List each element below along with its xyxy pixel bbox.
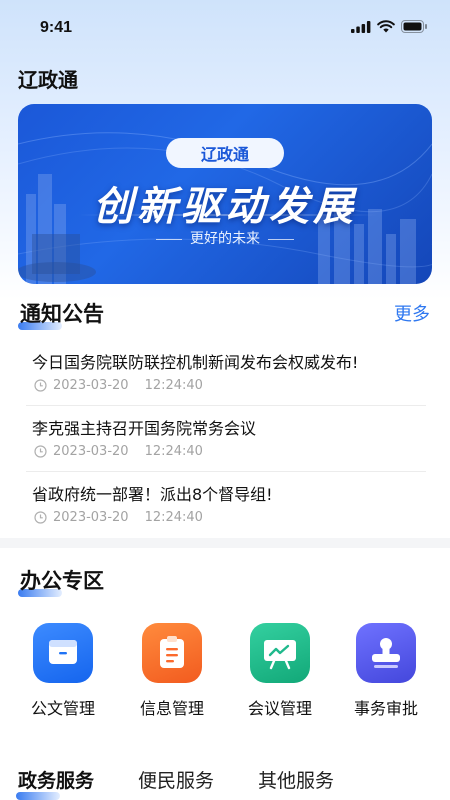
clock-icon [34,511,47,524]
notice-time: 12:24:40 [144,510,203,525]
banner-subtitle: 更好的未来 [18,228,432,248]
tab-label: 政务服务 [18,770,95,792]
notices-title: 通知公告 [18,298,104,330]
notice-meta: 2023-03-20 12:24:40 [34,510,203,525]
office-grid: 公文管理 信息管理 会议管理 事务审批 [0,620,450,720]
notice-time: 12:24:40 [144,378,203,393]
office-title: 办公专区 [18,565,104,597]
notice-item[interactable]: 今日国务院联防联控机制新闻发布会权威发布! 2023-03-20 12:24:4… [26,340,426,406]
banner-slogan: 创新驱动发展 [93,183,357,230]
clock-icon [34,445,47,458]
tab-other-services[interactable]: 其他服务 [258,766,334,796]
tab-label: 便民服务 [138,770,215,792]
office-item-approval[interactable]: 事务审批 [336,620,436,719]
status-time: 9:41 [40,19,73,36]
tab-public-services[interactable]: 便民服务 [138,766,214,796]
notice-item[interactable]: 李克强主持召开国务院常务会议 2023-03-20 12:24:40 [26,406,426,472]
notice-title: 今日国务院联防联控机制新闻发布会权威发布! [32,353,359,372]
office-item-label: 事务审批 [353,699,418,718]
signal-icon [351,20,371,33]
status-icons [351,20,428,33]
notice-title: 李克强主持召开国务院常务会议 [32,419,257,438]
tab-label: 其他服务 [258,770,335,792]
notice-list: 今日国务院联防联控机制新闻发布会权威发布! 2023-03-20 12:24:4… [26,340,426,538]
banner-pill: 辽政通 [166,138,284,168]
section-divider [0,538,450,548]
tab-underline [16,792,60,800]
office-item-info[interactable]: 信息管理 [122,620,222,719]
notice-meta: 2023-03-20 12:24:40 [34,444,203,459]
banner[interactable]: 辽政通 创新驱动发展 更好的未来 [18,104,432,284]
clock-icon [34,379,47,392]
service-tabs: 政务服务 便民服务 其他服务 [16,766,378,800]
office-item-label: 会议管理 [247,699,312,718]
tab-government-services[interactable]: 政务服务 [16,766,95,800]
status-bar: 9:41 [0,0,450,56]
notice-time: 12:24:40 [144,444,203,459]
notice-meta: 2023-03-20 12:24:40 [34,378,203,393]
office-item-meeting[interactable]: 会议管理 [230,620,330,719]
office-item-label: 公文管理 [30,699,95,718]
notice-date: 2023-03-20 [53,510,129,525]
notices-title-text: 通知公告 [20,302,104,326]
office-item-label: 信息管理 [139,699,204,718]
office-item-document[interactable]: 公文管理 [13,620,113,719]
notice-date: 2023-03-20 [53,378,129,393]
app-title: 辽政通 [18,68,78,92]
office-title-text: 办公专区 [20,569,104,593]
more-link[interactable]: 更多 [394,300,430,326]
document-folder-icon [33,623,93,683]
approval-stamp-icon [356,623,416,683]
presentation-board-icon [250,623,310,683]
notice-date: 2023-03-20 [53,444,129,459]
notice-item[interactable]: 省政府统一部署！派出8个督导组! 2023-03-20 12:24:40 [26,472,426,538]
wifi-icon [377,20,395,33]
clipboard-icon [142,623,202,683]
battery-icon [401,20,427,33]
notice-title: 省政府统一部署！派出8个督导组! [32,485,273,504]
